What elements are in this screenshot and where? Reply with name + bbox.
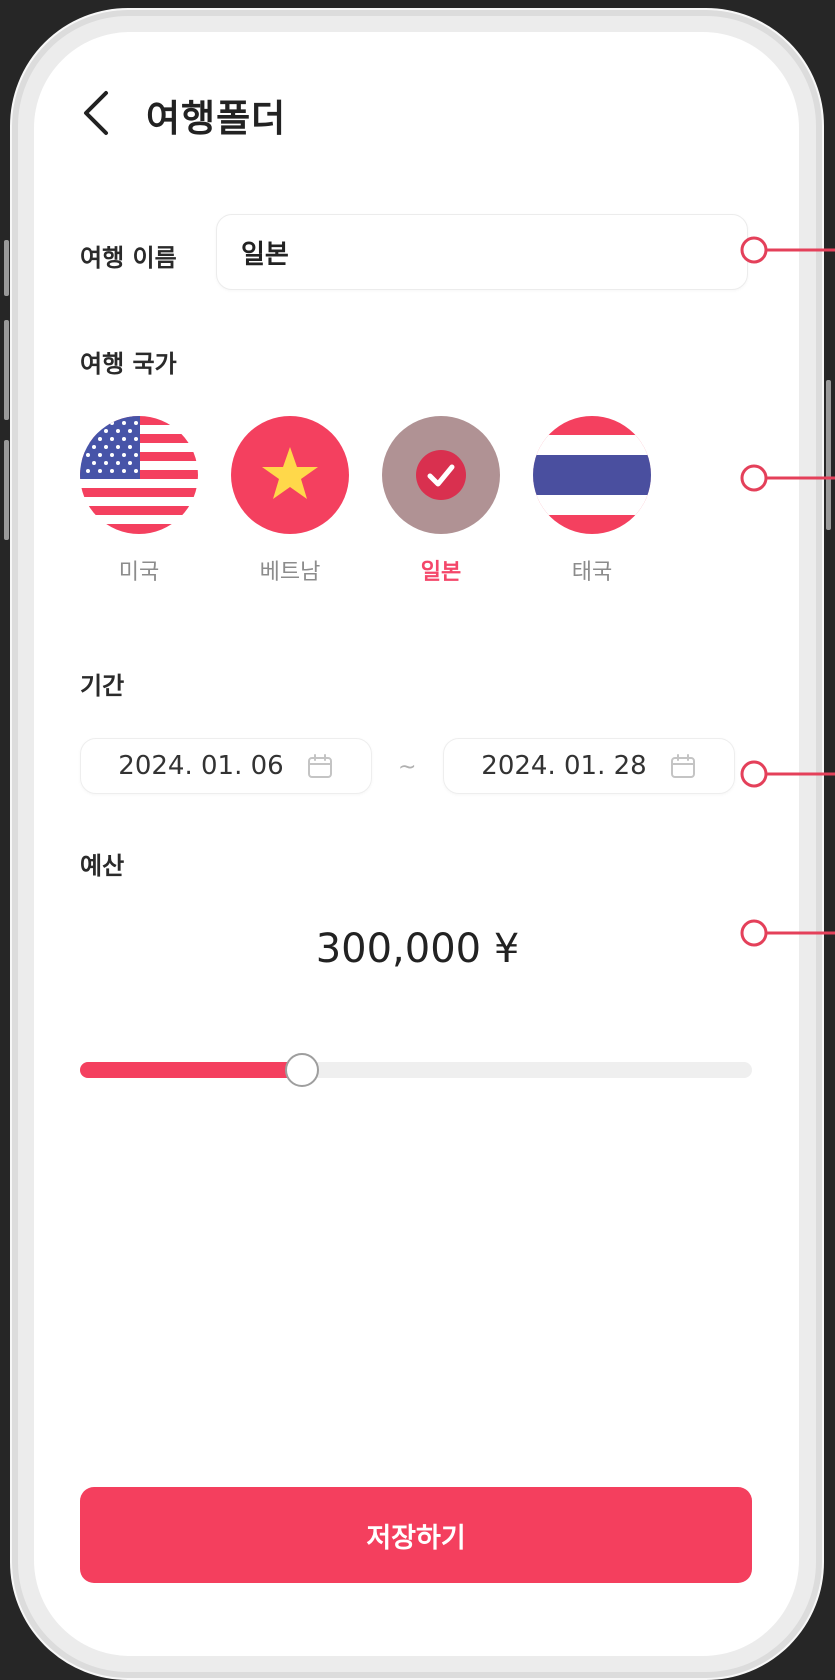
calendar-icon xyxy=(307,754,332,778)
phone-side-button xyxy=(826,380,831,530)
thailand-flag-icon xyxy=(533,416,651,534)
country-japan-button[interactable] xyxy=(382,416,500,534)
phone-side-button xyxy=(4,240,9,296)
date-range-separator: ~ xyxy=(398,755,417,780)
country-label-thailand: 태국 xyxy=(571,560,613,585)
end-date-value: 2024. 01. 28 xyxy=(481,751,647,781)
country-vietnam-button[interactable] xyxy=(231,416,349,534)
country-thailand-button[interactable] xyxy=(533,416,651,534)
vietnam-flag-icon xyxy=(231,416,349,534)
start-date-field[interactable]: 2024. 01. 06 xyxy=(80,738,372,794)
calendar-icon xyxy=(670,754,695,778)
trip-name-input[interactable]: 일본 xyxy=(216,214,748,290)
budget-slider-thumb[interactable] xyxy=(285,1053,319,1087)
annotation-callout-marker xyxy=(740,919,835,947)
budget-label: 예산 xyxy=(80,852,125,880)
page-title: 여행폴더 xyxy=(146,97,287,140)
country-label-japan: 일본 xyxy=(420,560,462,585)
annotation-callout-marker xyxy=(740,464,835,492)
usa-flag-icon xyxy=(80,416,198,534)
trip-name-label: 여행 이름 xyxy=(80,244,177,272)
save-button[interactable]: 저장하기 xyxy=(80,1487,752,1583)
annotation-callout-marker xyxy=(740,236,835,264)
back-arrow-icon[interactable] xyxy=(80,89,114,137)
end-date-field[interactable]: 2024. 01. 28 xyxy=(443,738,735,794)
trip-name-value: 일본 xyxy=(241,239,289,270)
phone-side-button xyxy=(4,440,9,540)
annotation-callout-marker xyxy=(740,760,835,788)
country-usa-button[interactable] xyxy=(80,416,198,534)
trip-country-label: 여행 국가 xyxy=(80,350,177,378)
period-label: 기간 xyxy=(80,672,125,700)
country-label-usa: 미국 xyxy=(118,560,160,585)
check-circle-icon xyxy=(416,450,466,500)
budget-slider[interactable] xyxy=(80,1053,752,1087)
country-label-vietnam: 베트남 xyxy=(259,560,321,585)
budget-slider-fill xyxy=(80,1062,302,1078)
budget-amount: 300,000 ¥ xyxy=(315,926,520,972)
phone-side-button xyxy=(4,320,9,420)
start-date-value: 2024. 01. 06 xyxy=(118,751,284,781)
